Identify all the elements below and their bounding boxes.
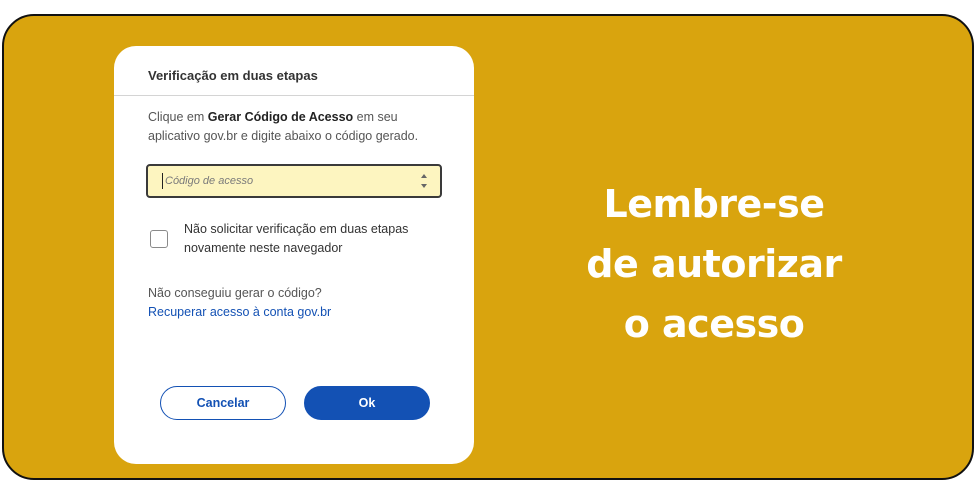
description-prefix: Clique em bbox=[148, 110, 208, 124]
banner-frame: Verificação em duas etapas Clique em Ger… bbox=[2, 14, 974, 480]
dialog-divider bbox=[114, 95, 474, 96]
spinner-down-icon[interactable] bbox=[421, 184, 427, 188]
headline-line-1: Lembre-se bbox=[603, 182, 825, 226]
reminder-headline: Lembre-se de autorizar o acesso bbox=[534, 174, 894, 354]
headline-line-3: o acesso bbox=[623, 302, 805, 346]
remember-browser-label[interactable]: Não solicitar verificação em duas etapas… bbox=[184, 220, 424, 258]
recover-account-link[interactable]: Recuperar acesso à conta gov.br bbox=[148, 302, 331, 322]
ok-button[interactable]: Ok bbox=[304, 386, 430, 420]
access-code-field[interactable] bbox=[146, 164, 442, 198]
description-bold: Gerar Código de Acesso bbox=[207, 110, 354, 124]
spinner-arrows-icon[interactable] bbox=[420, 174, 428, 188]
checkbox-icon[interactable] bbox=[150, 230, 168, 248]
headline-line-2: de autorizar bbox=[586, 242, 842, 286]
help-question: Não conseguiu gerar o código? bbox=[148, 286, 322, 300]
access-code-input[interactable] bbox=[163, 175, 395, 187]
remember-browser-option[interactable]: Não solicitar verificação em duas etapas… bbox=[148, 220, 444, 258]
dialog-description: Clique em Gerar Código de Acesso em seu … bbox=[148, 108, 438, 146]
dialog-buttons: Cancelar Ok bbox=[160, 386, 430, 420]
spinner-up-icon[interactable] bbox=[421, 174, 427, 178]
dialog-title: Verificação em duas etapas bbox=[148, 68, 318, 83]
two-step-verification-dialog: Verificação em duas etapas Clique em Ger… bbox=[114, 46, 474, 464]
cancel-button[interactable]: Cancelar bbox=[160, 386, 286, 420]
